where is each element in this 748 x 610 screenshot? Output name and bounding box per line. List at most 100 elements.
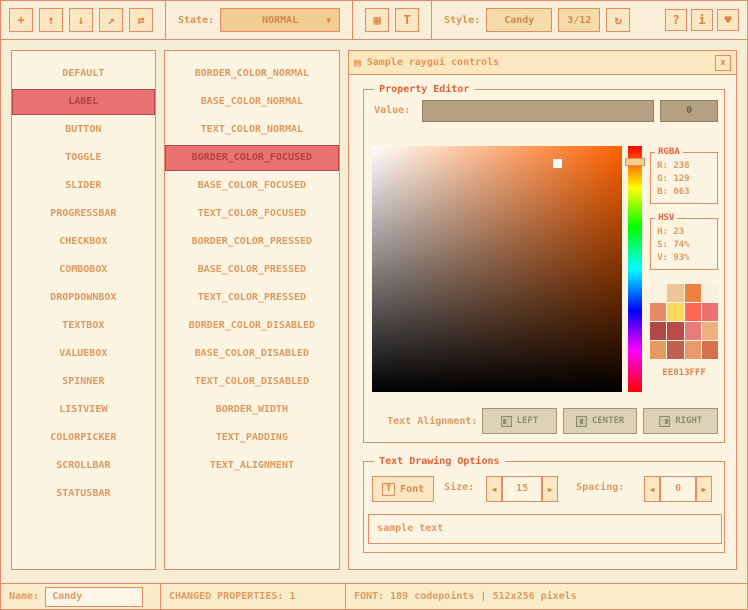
sponsor-button[interactable]: ♥ (717, 9, 739, 31)
window-titlebar[interactable]: ▤ Sample raygui controls x (349, 51, 736, 75)
palette-swatch-7[interactable] (702, 303, 718, 321)
properties-list: BORDER_COLOR_NORMALBASE_COLOR_NORMALTEXT… (164, 50, 341, 570)
list-item-base-color-pressed[interactable]: BASE_COLOR_PRESSED (165, 257, 340, 283)
save-file-button[interactable]: ↓ (69, 8, 93, 32)
list-item-checkbox[interactable]: CHECKBOX (12, 229, 155, 255)
toolbar-divider (352, 1, 353, 39)
text-options-group: Text Drawing Options T Font Size: ◀ 15 ▶… (363, 461, 725, 553)
state-dropdown[interactable]: NORMAL ▼ (220, 8, 340, 32)
size-increment-button[interactable]: ▶ (542, 476, 558, 502)
list-item-border-color-focused[interactable]: BORDER_COLOR_FOCUSED (165, 145, 340, 171)
list-item-default[interactable]: DEFAULT (12, 61, 155, 87)
align-left-button[interactable]: LEFT (482, 408, 557, 434)
list-item-text-padding[interactable]: TEXT_PADDING (165, 425, 340, 451)
list-item-border-width[interactable]: BORDER_WIDTH (165, 397, 340, 423)
size-decrement-button[interactable]: ◀ (486, 476, 502, 502)
list-item-button[interactable]: BUTTON (12, 117, 155, 143)
palette-swatch-14[interactable] (685, 341, 701, 359)
list-item-border-color-disabled[interactable]: BORDER_COLOR_DISABLED (165, 313, 340, 339)
list-item-listview[interactable]: LISTVIEW (12, 397, 155, 423)
list-item-toggle[interactable]: TOGGLE (12, 145, 155, 171)
color-info-column: RGBA R: 238 G: 129 B: 063 HSV H: 23 S: 7… (650, 146, 718, 378)
palette-swatch-1[interactable] (667, 284, 683, 302)
statusbar-name-section: Name: Candy (1, 584, 161, 609)
list-item-scrollbar[interactable]: SCROLLBAR (12, 453, 155, 479)
palette-swatch-10[interactable] (685, 322, 701, 340)
hsv-v-value: V: 93% (657, 252, 711, 265)
list-item-colorpicker[interactable]: COLORPICKER (12, 425, 155, 451)
reload-style-button[interactable]: ↻ (606, 8, 630, 32)
close-icon: x (720, 58, 725, 68)
palette-swatch-0[interactable] (650, 284, 666, 302)
palette-swatch-15[interactable] (702, 341, 718, 359)
list-item-dropdownbox[interactable]: DROPDOWNBOX (12, 285, 155, 311)
size-value[interactable]: 15 (502, 476, 542, 502)
value-slider[interactable] (422, 100, 654, 122)
list-item-base-color-disabled[interactable]: BASE_COLOR_DISABLED (165, 341, 340, 367)
list-item-border-color-normal[interactable]: BORDER_COLOR_NORMAL (165, 61, 340, 87)
align-right-icon (659, 416, 670, 427)
list-item-base-color-focused[interactable]: BASE_COLOR_FOCUSED (165, 173, 340, 199)
color-panel-cursor[interactable] (553, 159, 562, 168)
palette-swatch-8[interactable] (650, 322, 666, 340)
list-item-spinner[interactable]: SPINNER (12, 369, 155, 395)
state-group: State: NORMAL ▼ (178, 8, 340, 32)
arrow-left-icon: ◀ (650, 485, 655, 494)
hex-color-value: EE813FFF (650, 368, 718, 378)
palette-swatch-6[interactable] (685, 303, 701, 321)
palette-swatch-12[interactable] (650, 341, 666, 359)
palette-swatch-9[interactable] (667, 322, 683, 340)
list-item-base-color-normal[interactable]: BASE_COLOR_NORMAL (165, 89, 340, 115)
font-info-text: FONT: 189 codepoints | 512x256 pixels (354, 591, 577, 602)
palette-swatch-11[interactable] (702, 322, 718, 340)
font-button[interactable]: T Font (372, 476, 434, 502)
spacing-decrement-button[interactable]: ◀ (644, 476, 660, 502)
list-item-progressbar[interactable]: PROGRESSBAR (12, 201, 155, 227)
palette-swatch-13[interactable] (667, 341, 683, 359)
list-item-text-color-focused[interactable]: TEXT_COLOR_FOCUSED (165, 201, 340, 227)
color-panel[interactable] (372, 146, 622, 392)
list-item-text-color-pressed[interactable]: TEXT_COLOR_PRESSED (165, 285, 340, 311)
hue-slider-handle[interactable] (625, 158, 645, 166)
group-title: Text Drawing Options (374, 454, 504, 469)
hue-slider[interactable] (628, 146, 642, 392)
list-item-slider[interactable]: SLIDER (12, 173, 155, 199)
palette-swatch-3[interactable] (702, 284, 718, 302)
new-file-icon: + (17, 13, 24, 27)
palette-swatch-4[interactable] (650, 303, 666, 321)
load-file-button[interactable]: ↑ (39, 8, 63, 32)
font-view-button[interactable]: T (395, 8, 419, 32)
palette-swatch-2[interactable] (685, 284, 701, 302)
list-item-statusbar[interactable]: STATUSBAR (12, 481, 155, 507)
align-left-label: LEFT (517, 416, 539, 426)
palette-swatch-5[interactable] (667, 303, 683, 321)
export-file-button[interactable]: ↗ (99, 8, 123, 32)
list-item-label[interactable]: LABEL (12, 89, 155, 115)
close-button[interactable]: x (715, 55, 731, 71)
grid-view-button[interactable]: ▦ (365, 8, 389, 32)
export-file-icon: ↗ (107, 13, 114, 27)
sample-textbox[interactable]: sample text (368, 514, 722, 544)
list-item-combobox[interactable]: COMBOBOX (12, 257, 155, 283)
list-item-text-color-disabled[interactable]: TEXT_COLOR_DISABLED (165, 369, 340, 395)
list-item-text-alignment[interactable]: TEXT_ALIGNMENT (165, 453, 340, 479)
info-button[interactable]: i (691, 9, 713, 31)
rgba-g-value: G: 129 (657, 173, 711, 186)
spacing-increment-button[interactable]: ▶ (696, 476, 712, 502)
list-item-text-color-normal[interactable]: TEXT_COLOR_NORMAL (165, 117, 340, 143)
spacing-value[interactable]: 0 (660, 476, 696, 502)
style-name-input[interactable]: Candy (45, 587, 143, 607)
list-item-textbox[interactable]: TEXTBOX (12, 313, 155, 339)
new-file-button[interactable]: + (9, 8, 33, 32)
help-button[interactable]: ? (665, 9, 687, 31)
list-item-border-color-pressed[interactable]: BORDER_COLOR_PRESSED (165, 229, 340, 255)
style-index-button[interactable]: 3/12 (558, 8, 600, 32)
font-icon: T (382, 483, 395, 496)
heart-icon: ♥ (724, 13, 731, 27)
list-item-valuebox[interactable]: VALUEBOX (12, 341, 155, 367)
file-buttons: + ↑↓ ↗ ⇄ (9, 8, 153, 32)
align-right-button[interactable]: RIGHT (643, 408, 718, 434)
style-name-box[interactable]: Candy (486, 8, 552, 32)
align-center-button[interactable]: CENTER (563, 408, 638, 434)
random-style-button[interactable]: ⇄ (129, 8, 153, 32)
